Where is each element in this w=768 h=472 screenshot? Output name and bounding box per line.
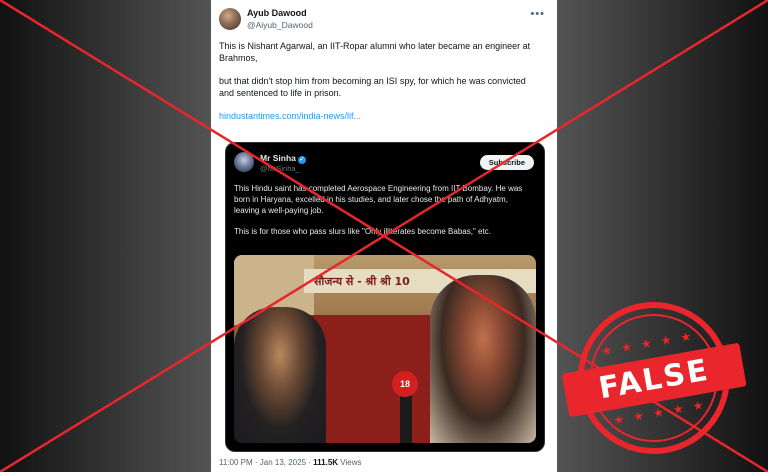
quote-avatar[interactable] bbox=[234, 152, 254, 172]
tweet-paragraph-1: This is Nishant Agarwal, an IIT-Ropar al… bbox=[219, 41, 531, 63]
video-saint-figure bbox=[430, 275, 536, 443]
tweet-card: Ayub Dawood @Aiyub_Dawood ••• This is Ni… bbox=[211, 0, 557, 472]
tweet-link[interactable]: hindustantimes.com/india-news/lif... bbox=[219, 111, 361, 121]
tweet-paragraph-2: but that didn't stop him from becoming a… bbox=[219, 76, 526, 98]
quote-author-name[interactable]: Mr Sinha ✓ bbox=[260, 153, 306, 164]
subscribe-button[interactable]: Subscribe bbox=[479, 155, 534, 170]
views-label: Views bbox=[340, 458, 362, 467]
tweet-meta: 11:00 PM · Jan 13, 2025 · 111.5K Views bbox=[219, 458, 362, 467]
tweet-header: Ayub Dawood @Aiyub_Dawood ••• bbox=[219, 6, 549, 34]
author-handle[interactable]: @Aiyub_Dawood bbox=[247, 20, 313, 30]
background-left-blur bbox=[0, 0, 215, 472]
video-reporter-figure bbox=[234, 307, 326, 443]
quote-text: This Hindu saint has completed Aerospace… bbox=[234, 183, 534, 247]
quote-author-name-text: Mr Sinha bbox=[260, 153, 296, 163]
quote-paragraph-2: This is for those who pass slurs like "O… bbox=[234, 227, 491, 236]
microphone-logo: 18 bbox=[392, 371, 418, 397]
views-count: 111.5K bbox=[313, 458, 339, 467]
quoted-tweet[interactable]: Mr Sinha ✓ @MrSinha_ Subscribe This Hindu… bbox=[225, 142, 545, 452]
video-player[interactable]: सौजन्य से - श्री श्री 10 18 bbox=[234, 255, 536, 443]
tweet-text: This is Nishant Agarwal, an IIT-Ropar al… bbox=[219, 40, 539, 133]
quote-author-handle[interactable]: @MrSinha_ bbox=[260, 164, 300, 173]
avatar[interactable] bbox=[219, 8, 241, 30]
quote-paragraph-1: This Hindu saint has completed Aerospace… bbox=[234, 184, 523, 215]
verified-badge-icon: ✓ bbox=[297, 156, 306, 164]
more-horizontal-icon[interactable]: ••• bbox=[530, 8, 545, 20]
false-stamp: ★ ★ ★ ★ ★ ★ ★ ★ ★ ★ FALSE bbox=[556, 286, 753, 471]
timestamp[interactable]: 11:00 PM · Jan 13, 2025 · bbox=[219, 458, 311, 467]
author-name[interactable]: Ayub Dawood bbox=[247, 8, 307, 18]
microphone-handle bbox=[400, 393, 412, 443]
